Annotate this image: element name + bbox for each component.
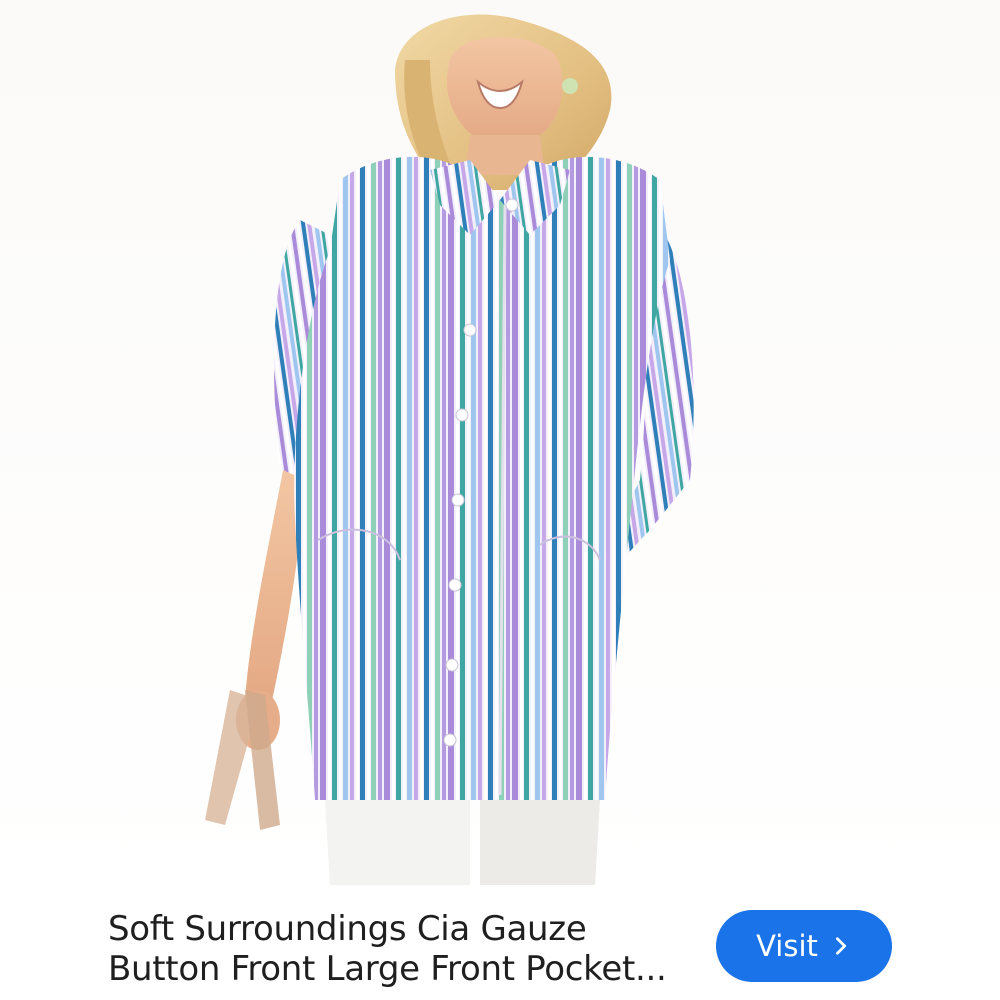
product-info-bar: Soft Surroundings Cia Gauze Button Front… xyxy=(0,885,1000,1000)
product-result-screen: Soft Surroundings Cia Gauze Button Front… xyxy=(0,0,1000,1000)
product-title[interactable]: Soft Surroundings Cia Gauze Button Front… xyxy=(108,909,698,989)
product-image-card[interactable] xyxy=(0,0,1000,885)
chevron-right-icon xyxy=(835,937,846,955)
product-photo xyxy=(0,0,1000,885)
product-title-line-2: Button Front Large Front Pocket... xyxy=(108,949,667,989)
product-title-line-1: Soft Surroundings Cia Gauze xyxy=(108,909,587,949)
visit-button-label: Visit xyxy=(756,929,818,963)
visit-button[interactable]: Visit xyxy=(716,910,892,982)
